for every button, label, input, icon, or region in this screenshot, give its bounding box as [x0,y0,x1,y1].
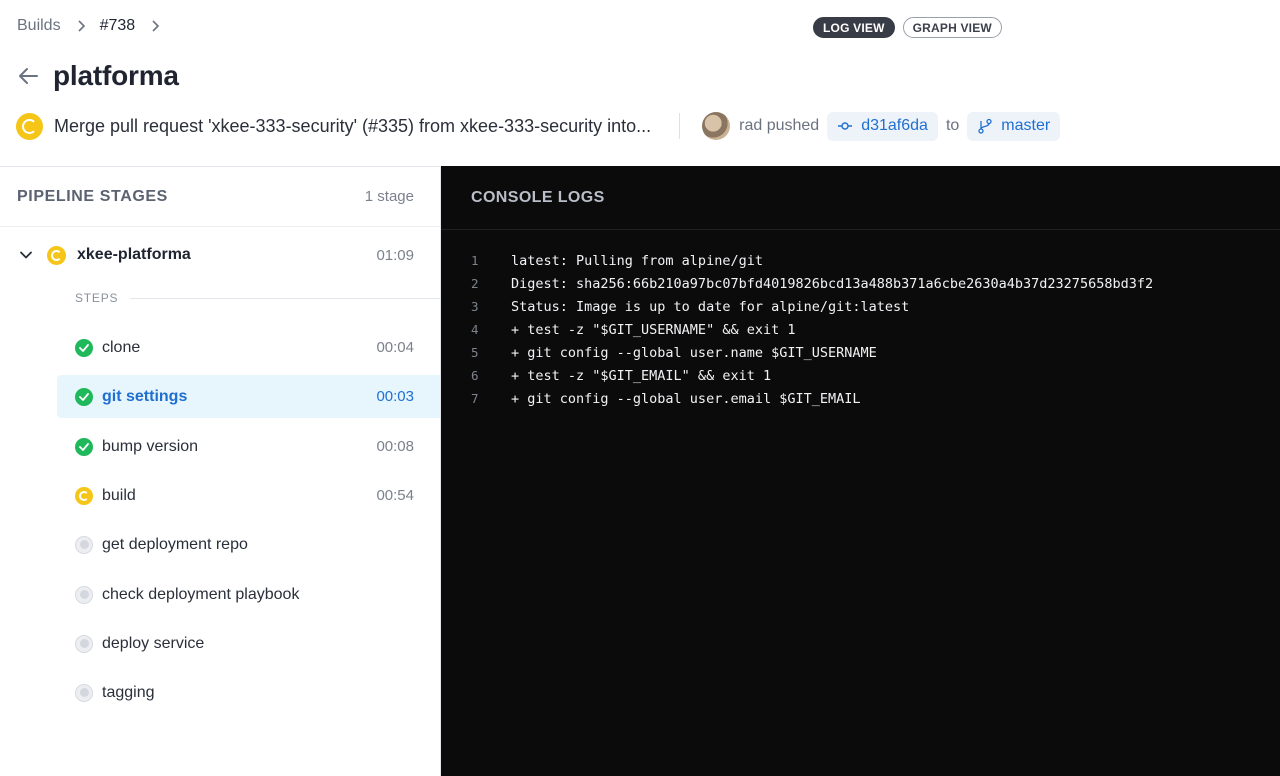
stage-name: xkee-platforma [77,246,191,263]
step-tagging[interactable]: tagging [57,671,440,714]
check-circle-icon [75,437,93,456]
line-number[interactable]: 4 [441,322,511,337]
step-clone[interactable]: clone 00:04 [57,326,440,369]
to-label: to [945,117,960,134]
breadcrumb: Builds #738 [17,17,174,35]
running-status-icon [16,112,43,140]
commit-sha-link[interactable]: d31af6da [827,111,938,141]
step-duration: 00:54 [376,487,414,504]
line-number[interactable]: 6 [441,368,511,383]
line-number[interactable]: 3 [441,299,511,314]
step-name: tagging [102,683,155,701]
step-name: clone [102,338,141,356]
line-number[interactable]: 1 [441,253,511,268]
log-line: 7 + git config --global user.email $GIT_… [441,387,1280,410]
breadcrumb-builds-link[interactable]: Builds [17,17,61,35]
log-view-button[interactable]: LOG VIEW [813,17,895,38]
log-line: 4 + test -z "$GIT_USERNAME" && exit 1 [441,318,1280,341]
step-build[interactable]: build 00:54 [57,474,440,517]
divider [130,297,440,299]
branch-icon [978,118,992,134]
log-line: 2 Digest: sha256:66b210a97bc07bfd4019826… [441,272,1280,295]
view-toggle: LOG VIEW GRAPH VIEW [813,17,1002,38]
log-text: + test -z "$GIT_USERNAME" && exit 1 [511,321,796,338]
page-title: platforma [53,60,179,91]
title-row: platforma [17,60,179,92]
console-title: CONSOLE LOGS [471,188,605,206]
pending-status-icon [75,683,93,702]
pending-status-icon [75,585,93,604]
pending-status-icon [75,634,93,653]
running-status-icon [75,486,93,505]
commit-message: Merge pull request 'xkee-333-security' (… [54,115,652,136]
branch-link[interactable]: master [967,111,1061,141]
pending-status-icon [75,535,93,554]
log-text: Status: Image is up to date for alpine/g… [511,298,910,315]
step-name: get deployment repo [102,535,248,553]
breadcrumb-build-number[interactable]: #738 [100,17,136,35]
step-name: deploy service [102,634,205,652]
log-line: 6 + test -z "$GIT_EMAIL" && exit 1 [441,364,1280,387]
step-name: check deployment playbook [102,585,300,603]
log-text: latest: Pulling from alpine/git [511,252,763,269]
line-number[interactable]: 2 [441,276,511,291]
console-logs-panel: CONSOLE LOGS 1 latest: Pulling from alpi… [441,166,1280,776]
running-status-icon [47,245,66,265]
log-text: + git config --global user.name $GIT_USE… [511,344,877,361]
console-header: CONSOLE LOGS [441,166,1280,230]
step-check-deployment-playbook[interactable]: check deployment playbook [57,573,440,616]
log-text: Digest: sha256:66b210a97bc07bfd4019826bc… [511,275,1154,292]
log-text: + git config --global user.email $GIT_EM… [511,390,861,407]
author-action: rad pushed [739,117,820,134]
stage-count: 1 stage [364,188,414,205]
branch-name: master [1001,117,1051,134]
commit-sha: d31af6da [861,117,928,134]
commit-icon [838,122,853,130]
log-line: 1 latest: Pulling from alpine/git [441,249,1280,272]
step-git-settings[interactable]: git settings 00:03 [57,375,440,418]
stage-duration: 01:09 [376,246,414,264]
log-text: + test -z "$GIT_EMAIL" && exit 1 [511,367,772,384]
step-duration: 00:03 [376,388,414,405]
steps-section-label: STEPS [75,291,440,305]
line-number[interactable]: 7 [441,391,511,406]
step-name: git settings [102,387,188,405]
line-number[interactable]: 5 [441,345,511,360]
check-circle-icon [75,387,93,406]
graph-view-button[interactable]: GRAPH VIEW [902,17,1002,38]
step-deploy-service[interactable]: deploy service [57,622,440,665]
step-duration: 00:08 [376,438,414,455]
back-arrow-icon[interactable] [17,65,39,87]
pipeline-stages-panel: PIPELINE STAGES 1 stage xkee-platforma 0… [0,166,441,776]
log-output: 1 latest: Pulling from alpine/git 2 Dige… [441,249,1280,410]
pipeline-stages-header: PIPELINE STAGES 1 stage [0,167,440,227]
chevron-down-icon[interactable] [18,247,34,263]
step-name: build [102,486,136,504]
stage-xkee-platforma[interactable]: xkee-platforma 01:09 [0,235,440,275]
avatar [702,112,731,140]
divider [679,113,681,139]
pipeline-stages-title: PIPELINE STAGES [17,187,168,205]
chevron-right-icon [151,19,160,33]
step-bump-version[interactable]: bump version 00:08 [57,425,440,468]
chevron-right-icon [77,19,86,33]
step-get-deployment-repo[interactable]: get deployment repo [57,523,440,566]
check-circle-icon [75,338,93,357]
steps-label: STEPS [75,291,119,305]
step-name: bump version [102,437,199,455]
step-duration: 00:04 [376,339,414,356]
log-line: 5 + git config --global user.name $GIT_U… [441,341,1280,364]
log-line: 3 Status: Image is up to date for alpine… [441,295,1280,318]
commit-info: Merge pull request 'xkee-333-security' (… [16,111,1061,141]
